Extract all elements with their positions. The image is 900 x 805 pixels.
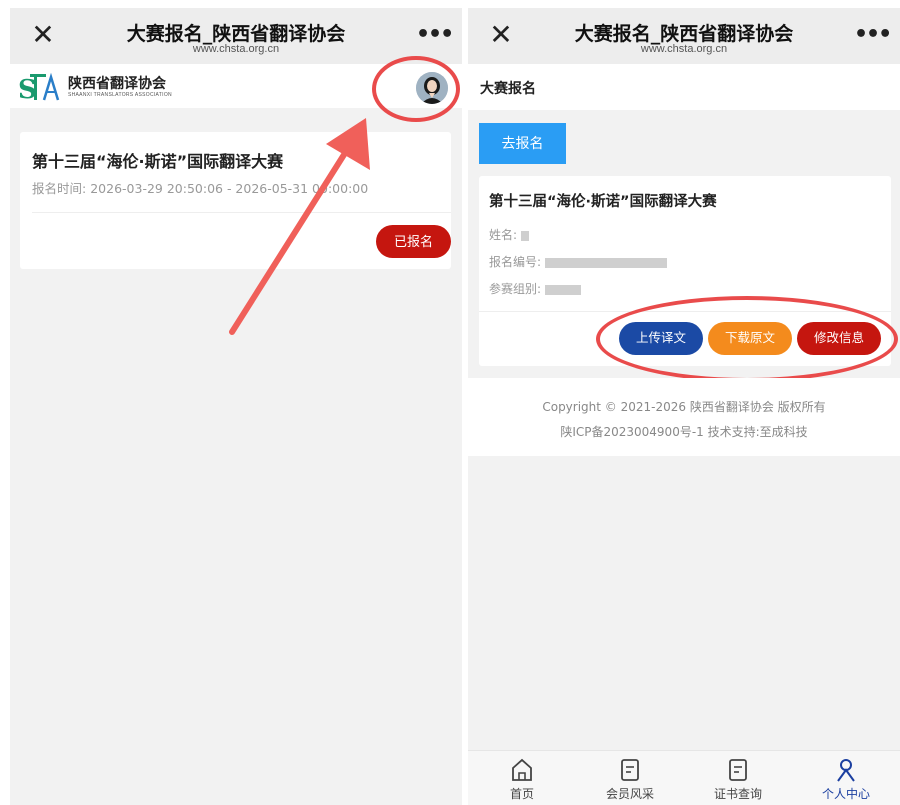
association-subtitle: SHAANXI TRANSLATORS ASSOCIATION (68, 92, 172, 98)
svg-text:S: S (18, 75, 37, 103)
number-field: 报名编号: (489, 253, 668, 270)
tab-member-showcase[interactable]: 会员风采 (576, 757, 684, 802)
page-title: 大赛报名_陕西省翻译协会 (574, 23, 794, 45)
user-icon (837, 759, 855, 782)
copyright-text: Copyright © 2021-2026 陕西省翻译协会 版权所有 (542, 400, 826, 414)
page-url: www.chsta.org.cn (640, 43, 728, 55)
icp-text: 陕ICP备2023004900号-1 技术支持:至成科技 (560, 425, 808, 439)
certificate-icon (729, 759, 747, 781)
name-label: 姓名: (489, 228, 518, 242)
number-redacted (545, 257, 668, 268)
more-icon[interactable]: ••• (416, 20, 454, 50)
tab-home[interactable]: 首页 (468, 757, 576, 802)
right-screen: ✕ 大赛报名_陕西省翻译协会 www.chsta.org.cn ••• 大赛报名… (468, 8, 900, 805)
registration-time-label: 报名时间: (32, 181, 87, 196)
tab-label: 首页 (509, 787, 534, 801)
annotation-circle (596, 296, 898, 382)
registration-time-value: 2026-03-29 20:50:06 - 2026-05-31 00:00:0… (90, 181, 369, 196)
home-icon (512, 758, 532, 781)
tab-label: 会员风采 (605, 787, 654, 801)
document-icon (621, 759, 639, 781)
association-logo: S (18, 72, 60, 103)
section-header: 大赛报名 (468, 64, 900, 110)
number-label: 报名编号: (489, 255, 542, 269)
annotation-circle (372, 56, 460, 122)
left-screen: ✕ 大赛报名_陕西省翻译协会 www.chsta.org.cn ••• S 陕西… (10, 8, 462, 805)
association-name: 陕西省翻译协会 (68, 76, 166, 92)
group-field: 参赛组别: (489, 280, 582, 297)
name-field: 姓名: (489, 226, 530, 243)
tab-certificate-query[interactable]: 证书查询 (684, 757, 792, 802)
tab-label: 个人中心 (821, 787, 870, 801)
contest-title: 第十三届“海伦·斯诺”国际翻译大赛 (489, 194, 717, 210)
footer: Copyright © 2021-2026 陕西省翻译协会 版权所有 陕ICP备… (468, 378, 900, 456)
divider (32, 212, 451, 213)
more-icon[interactable]: ••• (854, 20, 892, 50)
wechat-header: ✕ 大赛报名_陕西省翻译协会 www.chsta.org.cn ••• (468, 8, 900, 64)
contest-card[interactable]: 第十三届“海伦·斯诺”国际翻译大赛 报名时间: 2026-03-29 20:50:… (20, 132, 451, 269)
wechat-header: ✕ 大赛报名_陕西省翻译协会 www.chsta.org.cn ••• (10, 8, 462, 64)
name-redacted (521, 230, 530, 241)
bottom-tab-bar: 首页 会员风采 证书查询 个人中心 (468, 750, 900, 805)
tab-label: 证书查询 (713, 787, 762, 801)
section-title: 大赛报名 (480, 81, 536, 97)
page-title: 大赛报名_陕西省翻译协会 (126, 23, 346, 45)
group-redacted (545, 284, 582, 295)
group-label: 参赛组别: (489, 282, 542, 296)
registration-time: 报名时间: 2026-03-29 20:50:06 - 2026-05-31 00… (32, 178, 368, 197)
tab-personal-center[interactable]: 个人中心 (792, 757, 900, 802)
contest-title: 第十三届“海伦·斯诺”国际翻译大赛 (32, 152, 284, 171)
page-url: www.chsta.org.cn (192, 43, 280, 55)
registered-button[interactable]: 已报名 (376, 225, 451, 258)
go-register-button[interactable]: 去报名 (479, 123, 566, 164)
